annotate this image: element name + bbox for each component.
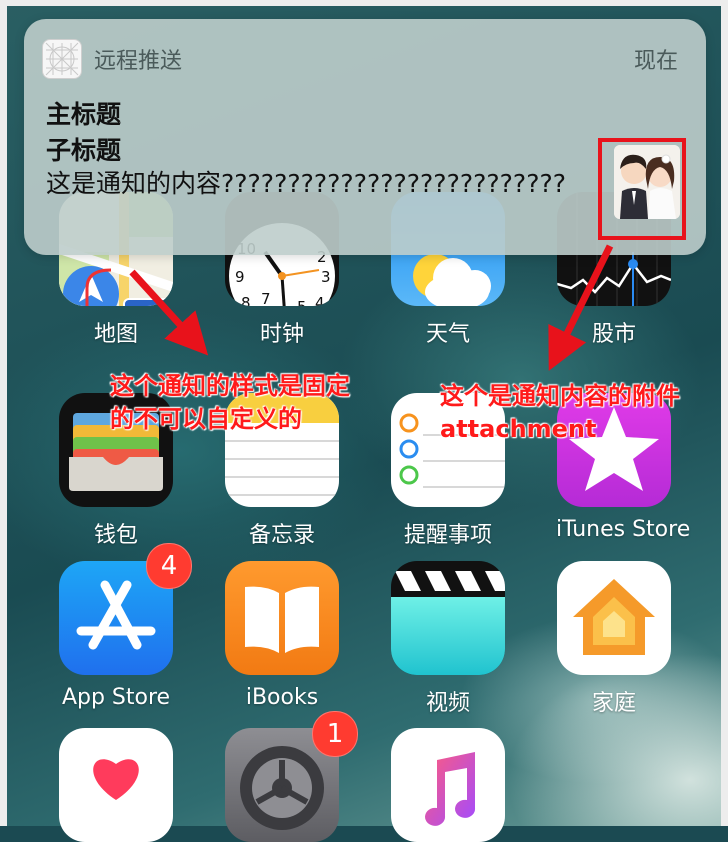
annotation-left: 这个通知的样式是固定 的不可以自定义的 [110, 370, 350, 436]
annotation-left-line1: 这个通知的样式是固定 [110, 372, 350, 400]
annotation-left-line2: 的不可以自定义的 [110, 405, 302, 433]
annotation-right: 这个是通知内容的附件 attachment [440, 380, 680, 446]
annotation-right-line2: attachment [440, 415, 597, 443]
annotation-right-line1: 这个是通知内容的附件 [440, 382, 680, 410]
